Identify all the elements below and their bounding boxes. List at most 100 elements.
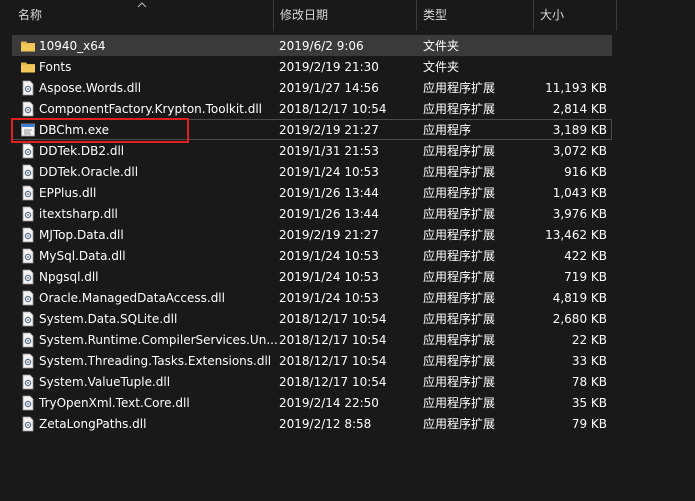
column-header-date-label: 修改日期: [280, 8, 329, 22]
file-type: 应用程序扩展: [423, 417, 496, 431]
file-date: 2018/12/17 10:54: [279, 312, 387, 326]
file-name: ZetaLongPaths.dll: [39, 417, 147, 431]
dll-icon: [20, 164, 36, 180]
file-row[interactable]: Oracle.ManagedDataAccess.dll 2019/1/24 10…: [12, 287, 612, 308]
file-date: 2018/12/17 10:54: [279, 102, 387, 116]
file-size: 4,819 KB: [552, 291, 607, 305]
column-header-name-label: 名称: [18, 8, 43, 22]
file-name: MJTop.Data.dll: [39, 228, 124, 242]
file-type: 应用程序扩展: [423, 228, 496, 242]
file-name: 10940_x64: [39, 39, 106, 53]
folder-icon: [20, 59, 36, 75]
file-date: 2019/2/19 21:30: [279, 60, 379, 74]
file-row[interactable]: MySql.Data.dll 2019/1/24 10:53 应用程序扩展 422 K…: [12, 245, 612, 266]
file-row[interactable]: System.Runtime.CompilerServices.Un... 201…: [12, 329, 612, 350]
file-type: 应用程序扩展: [423, 81, 496, 95]
column-header-size-label: 大小: [540, 8, 565, 22]
file-size: 422 KB: [564, 249, 607, 263]
file-size: 35 KB: [571, 396, 607, 410]
file-row[interactable]: DDTek.DB2.dll 2019/1/31 21:53 应用程序扩展 3,072 …: [12, 140, 612, 161]
file-type: 应用程序扩展: [423, 396, 496, 410]
dll-icon: [20, 185, 36, 201]
file-row[interactable]: System.Threading.Tasks.Extensions.dll 201…: [12, 350, 612, 371]
file-date: 2019/2/19 21:27: [279, 123, 379, 137]
column-header-bar: 名称 修改日期 类型 大小: [0, 0, 695, 31]
file-size: 3,072 KB: [552, 144, 607, 158]
file-name: System.ValueTuple.dll: [39, 375, 171, 389]
file-size: 2,680 KB: [552, 312, 607, 326]
file-type: 应用程序扩展: [423, 312, 496, 326]
column-header-type[interactable]: 类型: [417, 0, 534, 31]
file-name: EPPlus.dll: [39, 186, 97, 200]
file-size: 2,814 KB: [552, 102, 607, 116]
file-row[interactable]: ComponentFactory.Krypton.Toolkit.dll 2018…: [12, 98, 612, 119]
file-row[interactable]: DBChm.exe 2019/2/19 21:27 应用程序 3,189 KB: [12, 119, 612, 140]
file-name: MySql.Data.dll: [39, 249, 126, 263]
file-name: System.Runtime.CompilerServices.Un...: [39, 333, 277, 347]
file-row[interactable]: EPPlus.dll 2019/1/26 13:44 应用程序扩展 1,043 KB: [12, 182, 612, 203]
column-header-type-label: 类型: [423, 8, 448, 22]
file-date: 2019/1/26 13:44: [279, 207, 379, 221]
sort-ascending-icon: [137, 2, 147, 8]
file-row[interactable]: Npgsql.dll 2019/1/24 10:53 应用程序扩展 719 KB: [12, 266, 612, 287]
file-name: System.Threading.Tasks.Extensions.dll: [39, 354, 272, 368]
file-row[interactable]: MJTop.Data.dll 2019/2/19 21:27 应用程序扩展 13,46…: [12, 224, 612, 245]
file-row[interactable]: 10940_x64 2019/6/2 9:06 文件夹: [12, 35, 612, 56]
file-type: 应用程序扩展: [423, 207, 496, 221]
file-row[interactable]: Fonts 2019/2/19 21:30 文件夹: [12, 56, 612, 77]
file-size: 33 KB: [571, 354, 607, 368]
file-type: 应用程序扩展: [423, 165, 496, 179]
file-row[interactable]: System.ValueTuple.dll 2018/12/17 10:54 应用程…: [12, 371, 612, 392]
file-type: 应用程序扩展: [423, 270, 496, 284]
file-type: 应用程序扩展: [423, 375, 496, 389]
file-date: 2019/1/24 10:53: [279, 165, 379, 179]
file-type: 文件夹: [423, 60, 460, 74]
file-name: itextsharp.dll: [39, 207, 118, 221]
file-row[interactable]: Aspose.Words.dll 2019/1/27 14:56 应用程序扩展 11,…: [12, 77, 612, 98]
file-type: 应用程序扩展: [423, 186, 496, 200]
dll-icon: [20, 227, 36, 243]
dll-icon: [20, 290, 36, 306]
column-header-date[interactable]: 修改日期: [274, 0, 417, 31]
exe-icon: [20, 122, 36, 138]
file-row[interactable]: DDTek.Oracle.dll 2019/1/24 10:53 应用程序扩展 916…: [12, 161, 612, 182]
dll-icon: [20, 311, 36, 327]
file-size: 916 KB: [564, 165, 607, 179]
file-size: 22 KB: [571, 333, 607, 347]
file-type: 应用程序扩展: [423, 102, 496, 116]
column-header-size[interactable]: 大小: [534, 0, 617, 31]
dll-icon: [20, 206, 36, 222]
file-date: 2019/1/24 10:53: [279, 270, 379, 284]
dll-icon: [20, 80, 36, 96]
file-type: 应用程序扩展: [423, 249, 496, 263]
file-size: 13,462 KB: [545, 228, 607, 242]
file-row[interactable]: TryOpenXml.Text.Core.dll 2019/2/14 22:50 应…: [12, 392, 612, 413]
dll-icon: [20, 332, 36, 348]
file-date: 2019/6/2 9:06: [279, 39, 364, 53]
dll-icon: [20, 143, 36, 159]
file-type: 应用程序扩展: [423, 144, 496, 158]
file-size: 79 KB: [571, 417, 607, 431]
file-type: 应用程序扩展: [423, 291, 496, 305]
file-row[interactable]: ZetaLongPaths.dll 2019/2/12 8:58 应用程序扩展 79 …: [12, 413, 612, 434]
file-name: DDTek.DB2.dll: [39, 144, 125, 158]
file-name: DBChm.exe: [39, 123, 110, 137]
file-date: 2019/1/26 13:44: [279, 186, 379, 200]
dll-icon: [20, 374, 36, 390]
folder-icon: [20, 38, 36, 54]
file-date: 2019/2/12 8:58: [279, 417, 372, 431]
file-date: 2019/1/24 10:53: [279, 291, 379, 305]
file-name: TryOpenXml.Text.Core.dll: [39, 396, 190, 410]
file-name: Npgsql.dll: [39, 270, 99, 284]
file-date: 2019/1/31 21:53: [279, 144, 379, 158]
file-name: Aspose.Words.dll: [39, 81, 142, 95]
file-row[interactable]: itextsharp.dll 2019/1/26 13:44 应用程序扩展 3,976…: [12, 203, 612, 224]
file-date: 2019/1/27 14:56: [279, 81, 379, 95]
dll-icon: [20, 395, 36, 411]
file-date: 2019/1/24 10:53: [279, 249, 379, 263]
file-size: 78 KB: [571, 375, 607, 389]
file-row[interactable]: System.Data.SQLite.dll 2018/12/17 10:54 应用…: [12, 308, 612, 329]
file-name: Oracle.ManagedDataAccess.dll: [39, 291, 225, 305]
file-date: 2018/12/17 10:54: [279, 354, 387, 368]
file-name: DDTek.Oracle.dll: [39, 165, 139, 179]
